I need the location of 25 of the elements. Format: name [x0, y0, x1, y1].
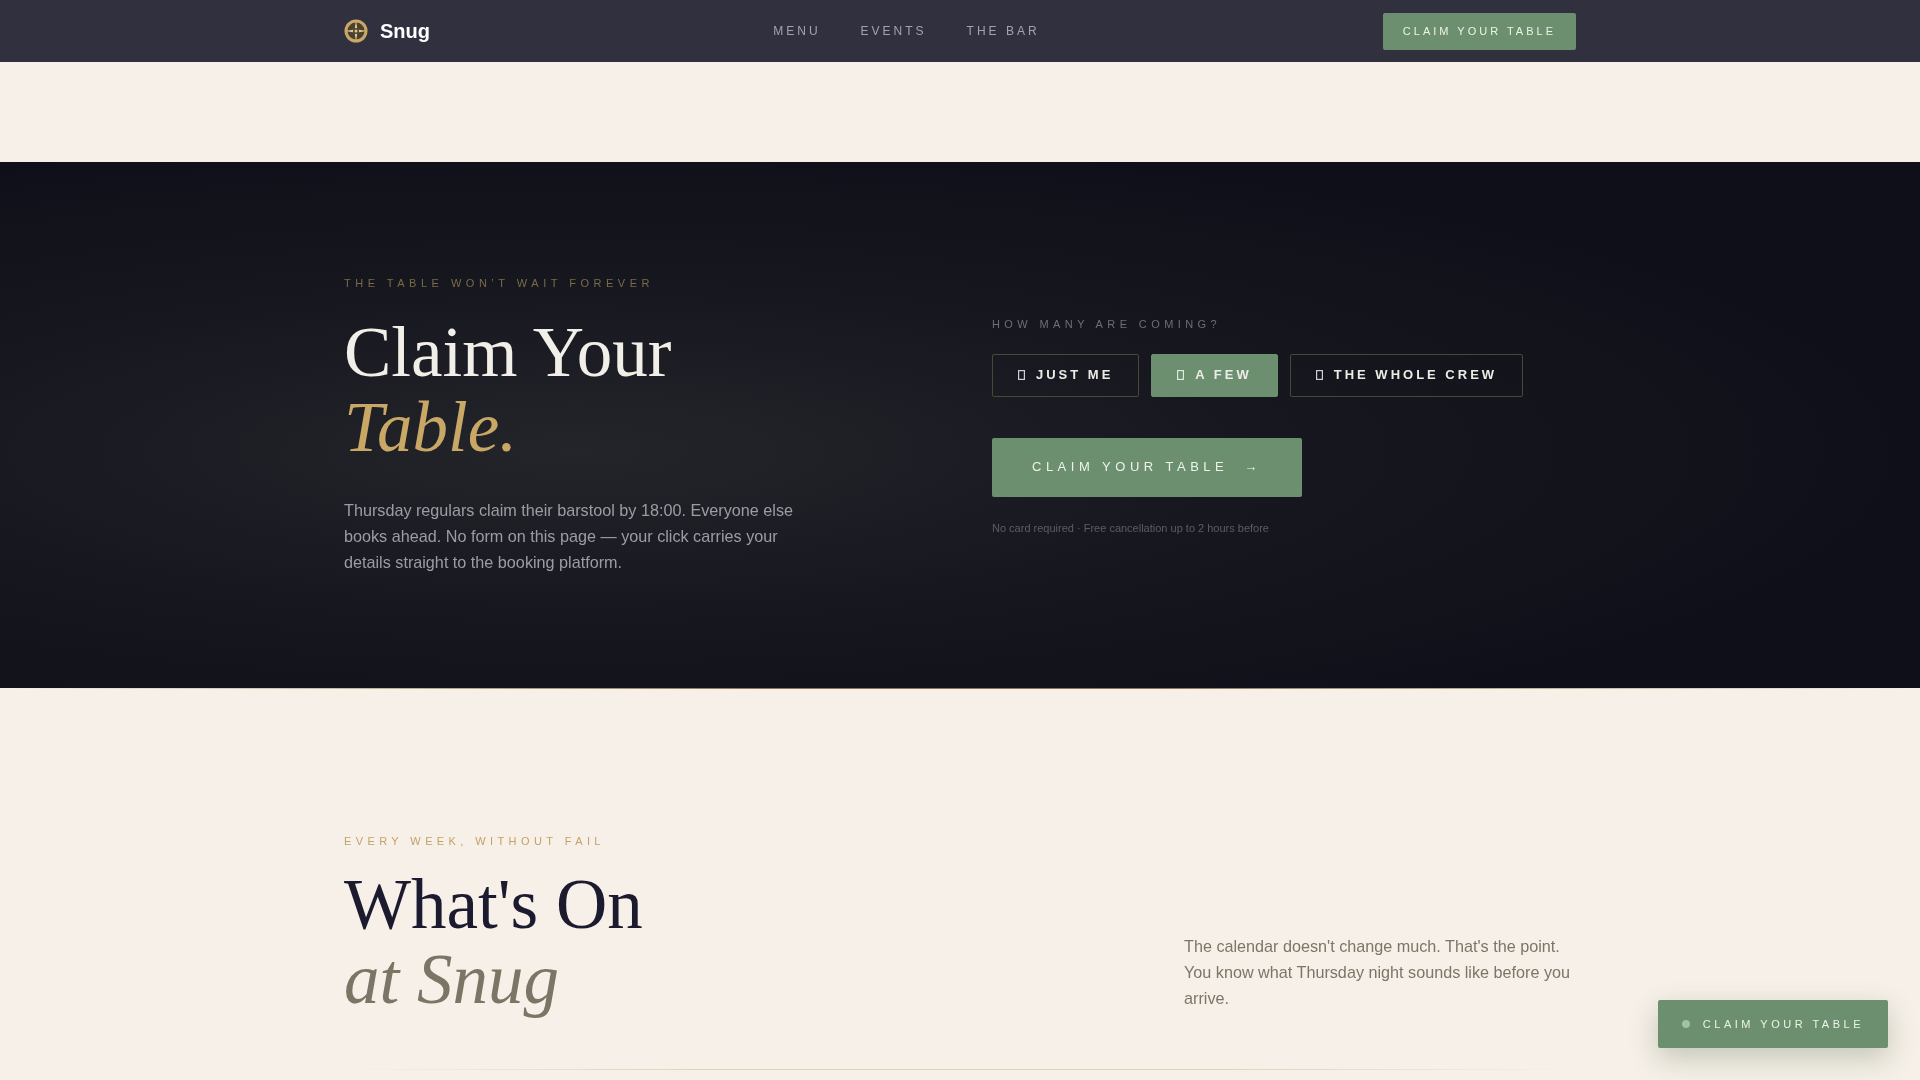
logo-icon [344, 19, 368, 43]
section-description: The calendar doesn't change much. That's the point. You know what Thursday night sounds like before you arrive. [1184, 936, 1572, 1009]
section-title: What's On [344, 867, 643, 942]
hero-title-accent: Table. [344, 390, 517, 465]
party-size-label: HOW MANY ARE COMING? [992, 316, 1221, 332]
party-size-option[interactable]: THE WHOLE CREW [1289, 353, 1524, 397]
hero-title: Claim Your [344, 315, 672, 390]
claim-table-button[interactable]: CLAIM YOUR TABLE [1382, 12, 1576, 50]
section-title-accent: at Snug [344, 942, 559, 1017]
party-size-option[interactable]: A FEW [1151, 353, 1278, 397]
missing-glyph-icon [1315, 370, 1323, 380]
claim-table-button[interactable]: CLAIM YOUR TABLE → [992, 437, 1302, 497]
eyebrow-text: EVERY WEEK, WITHOUT FAIL [344, 834, 605, 849]
missing-glyph-icon [1018, 370, 1025, 380]
party-size-option[interactable]: JUST ME [992, 353, 1140, 397]
eyebrow-text: THE TABLE WON’T WAIT FOREVER [344, 276, 654, 291]
nav-link[interactable]: THE BAR [966, 23, 1040, 39]
nav-link[interactable]: EVENTS [860, 23, 927, 39]
missing-glyph-icon [1177, 370, 1185, 380]
booking-note: No card required · Free cancellation up to 2 hours before [992, 520, 1269, 535]
brand-name: Snug [380, 19, 430, 43]
hero-description: Thursday regulars claim their barstool by 18:00. Everyone else books ahead. No form on this page — your click carries your details straight to the booking platform. [344, 500, 794, 573]
nav-link[interactable]: MENU [773, 23, 821, 39]
floating-claim-button[interactable]: CLAIM YOUR TABLE [1657, 1000, 1888, 1048]
dot-icon [1681, 1020, 1690, 1028]
